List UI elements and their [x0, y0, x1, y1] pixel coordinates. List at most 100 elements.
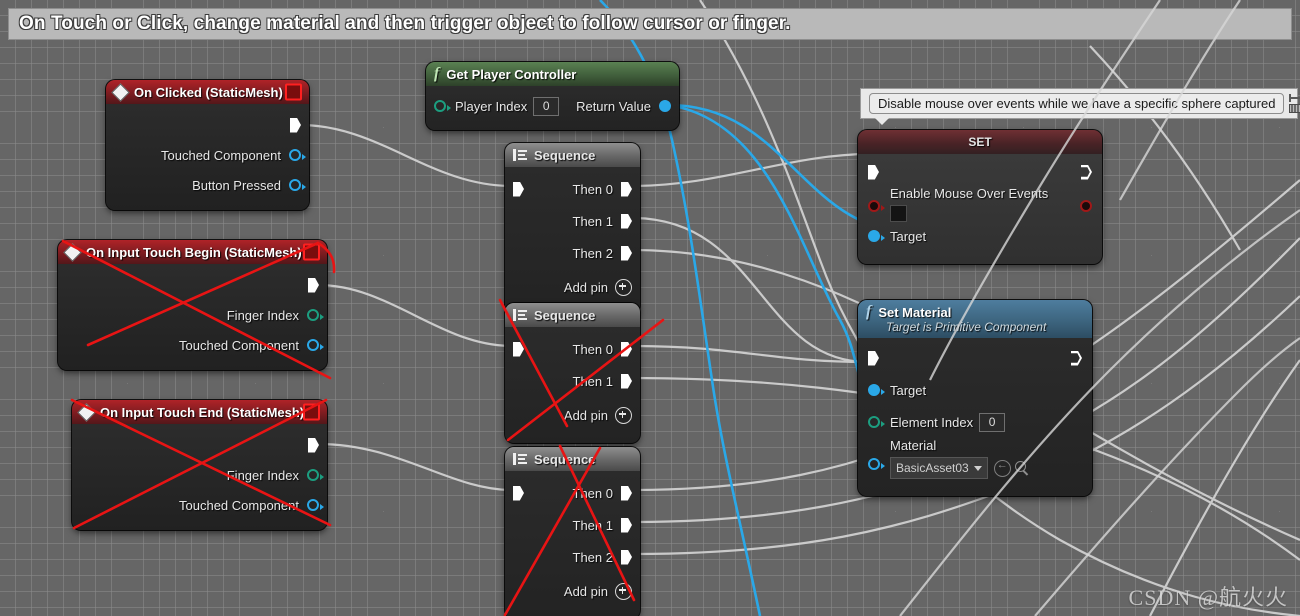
exec-out-icon[interactable] [621, 517, 632, 533]
exec-out-icon[interactable] [621, 549, 632, 565]
pin-row-touched-component[interactable]: Touched Component [80, 490, 324, 520]
graph-comment-title[interactable]: On Touch or Click, change material and t… [8, 8, 1292, 40]
node-on-input-touch-end-body: Finger Index Touched Component [72, 424, 327, 530]
pin-row-exec-out[interactable] [80, 430, 319, 460]
exec-out-icon[interactable] [621, 485, 632, 501]
pin-row-exec-in[interactable]: Then 0 [513, 477, 632, 509]
bool-pin-icon[interactable] [868, 200, 885, 212]
magnifier-icon[interactable] [1014, 460, 1030, 476]
exec-out-icon[interactable] [1071, 350, 1082, 366]
comment-bubble-disable-mouse-over[interactable]: Disable mouse over events while we have … [860, 88, 1300, 125]
pin-row-enable-mouse-over-events[interactable]: Enable Mouse Over Events [868, 186, 1092, 222]
pin-row-exec-in[interactable]: Then 0 [513, 333, 632, 365]
object-pin-icon[interactable] [868, 230, 885, 242]
exec-out-icon[interactable] [290, 117, 301, 133]
plus-circle-icon[interactable] [615, 406, 632, 424]
node-set-material-subtitle: Target is Primitive Component [886, 320, 1047, 334]
add-pin-button[interactable]: Add pin [513, 269, 632, 305]
pin-row-material[interactable]: Material BasicAsset03 [868, 438, 1082, 482]
exec-in-icon[interactable] [868, 350, 879, 366]
int-pin-icon[interactable] [307, 309, 324, 321]
plus-circle-icon[interactable] [615, 582, 632, 600]
pin-row-button-pressed[interactable]: Button Pressed [114, 170, 306, 200]
comment-bubble-icons [1289, 94, 1300, 113]
pin-icon[interactable] [1289, 94, 1300, 102]
exec-out-icon[interactable] [621, 245, 632, 261]
exec-out-icon[interactable] [308, 437, 319, 453]
object-pin-icon[interactable] [307, 339, 324, 351]
pin-row-exec-out[interactable] [114, 110, 301, 140]
node-sequence-3-body: Then 0 Then 1 Then 2 Add pin [505, 471, 640, 616]
red-square-icon[interactable] [285, 83, 302, 101]
pin-row-touched-component[interactable]: Touched Component [66, 330, 324, 360]
add-pin-button[interactable]: Add pin [513, 573, 632, 609]
pin-label: Then 2 [572, 245, 613, 261]
exec-in-icon[interactable] [868, 164, 879, 180]
exec-out-icon[interactable] [621, 181, 632, 197]
object-pin-icon[interactable] [289, 149, 306, 161]
grid-icon[interactable] [1289, 104, 1300, 113]
pin-row-exec-in[interactable]: Then 0 [513, 173, 632, 205]
browse-back-icon[interactable] [993, 459, 1011, 477]
exec-out-icon[interactable] [621, 373, 632, 389]
pin-row-exec[interactable] [868, 158, 1092, 186]
node-sequence-3[interactable]: Sequence Then 0 Then 1 Then 2 Add pin [505, 447, 640, 616]
int-pin-icon[interactable] [307, 469, 324, 481]
pin-row-exec[interactable] [868, 342, 1082, 374]
red-square-icon[interactable] [303, 243, 320, 261]
pin-row-finger-index[interactable]: Finger Index [66, 300, 324, 330]
exec-out-icon[interactable] [621, 341, 632, 357]
player-index-value[interactable]: 0 [533, 96, 560, 116]
node-get-player-controller[interactable]: f Get Player Controller Player Index 0 R… [426, 62, 679, 130]
material-dropdown[interactable]: BasicAsset03 [890, 457, 988, 479]
object-pin-icon[interactable] [868, 458, 885, 470]
node-on-clicked[interactable]: On Clicked (StaticMesh) Touched Componen… [106, 80, 309, 210]
pin-row-touched-component[interactable]: Touched Component [114, 140, 306, 170]
add-pin-button[interactable]: Add pin [513, 397, 632, 433]
pin-row-then-2[interactable]: Then 2 [513, 541, 632, 573]
node-on-clicked-header: On Clicked (StaticMesh) [106, 80, 309, 104]
int-pin-icon[interactable] [434, 100, 451, 112]
exec-in-icon[interactable] [513, 341, 524, 357]
node-sequence-2[interactable]: Sequence Then 0 Then 1 Add pin [505, 303, 640, 443]
add-pin-label: Add pin [563, 279, 608, 295]
node-set-header: SET [858, 130, 1102, 154]
pin-row-then-1[interactable]: Then 1 [513, 365, 632, 397]
object-pin-icon[interactable] [868, 384, 885, 396]
pin-row-then-2[interactable]: Then 2 [513, 237, 632, 269]
pin-row-then-1[interactable]: Then 1 [513, 509, 632, 541]
material-value: BasicAsset03 [896, 461, 969, 475]
object-pin-icon[interactable] [289, 179, 306, 191]
exec-out-icon[interactable] [1081, 164, 1092, 180]
sequence-icon [513, 453, 527, 465]
node-get-player-controller-header: f Get Player Controller [426, 62, 679, 86]
node-set-material[interactable]: f Set Material Target is Primitive Compo… [858, 300, 1092, 496]
node-on-input-touch-begin[interactable]: On Input Touch Begin (StaticMesh) Finger… [58, 240, 327, 370]
node-on-input-touch-end[interactable]: On Input Touch End (StaticMesh) Finger I… [72, 400, 327, 530]
object-pin-icon[interactable] [307, 499, 324, 511]
bool-pin-icon[interactable] [1080, 200, 1092, 212]
node-set-enable-mouse-over-events[interactable]: SET Enable Mouse Over Events Target [858, 130, 1102, 264]
pin-row-player-index[interactable]: Player Index 0 Return Value [434, 92, 671, 120]
pin-row-exec-out[interactable] [66, 270, 319, 300]
event-diamond-icon [77, 402, 96, 422]
pin-row-finger-index[interactable]: Finger Index [80, 460, 324, 490]
node-sequence-1[interactable]: Sequence Then 0 Then 1 Then 2 Add pin [505, 143, 640, 315]
exec-in-icon[interactable] [513, 181, 524, 197]
node-sequence-3-title: Sequence [534, 451, 596, 467]
comment-bubble-text[interactable]: Disable mouse over events while we have … [869, 93, 1285, 114]
pin-row-target[interactable]: Target [868, 222, 1092, 250]
plus-circle-icon[interactable] [615, 278, 632, 296]
object-pin-icon[interactable] [659, 100, 671, 112]
exec-out-icon[interactable] [308, 277, 319, 293]
red-square-icon[interactable] [303, 403, 320, 421]
pin-row-target[interactable]: Target [868, 374, 1082, 406]
pin-row-element-index[interactable]: Element Index 0 [868, 406, 1082, 438]
pin-row-then-1[interactable]: Then 1 [513, 205, 632, 237]
int-pin-icon[interactable] [868, 416, 885, 428]
element-index-value[interactable]: 0 [979, 412, 1006, 432]
exec-out-icon[interactable] [621, 213, 632, 229]
enable-mouse-over-events-checkbox[interactable] [890, 205, 907, 222]
blueprint-graph-canvas[interactable]: On Touch or Click, change material and t… [0, 0, 1300, 616]
exec-in-icon[interactable] [513, 485, 524, 501]
